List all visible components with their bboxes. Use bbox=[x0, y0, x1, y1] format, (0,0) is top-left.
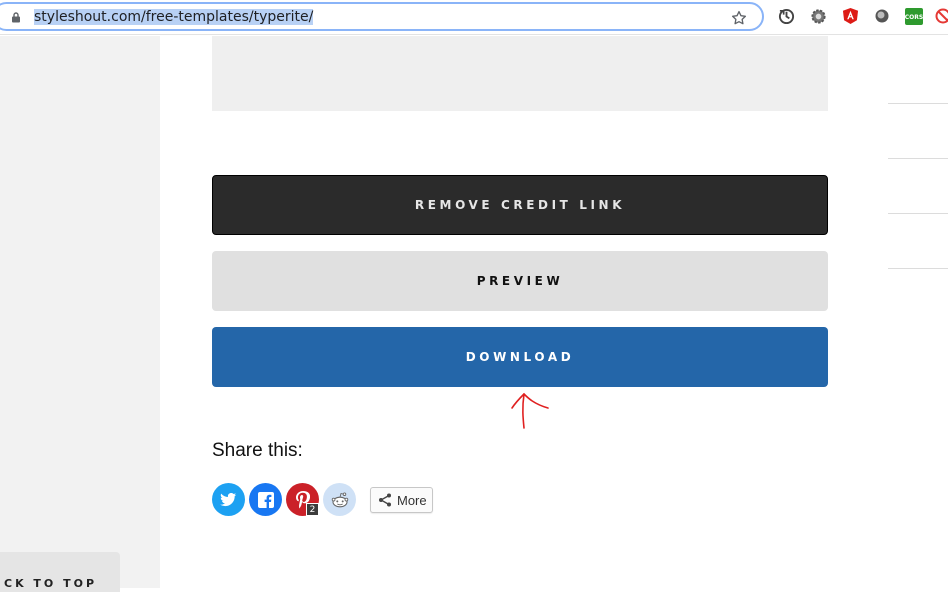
angular-icon[interactable] bbox=[841, 7, 859, 25]
annotation-arrow-icon bbox=[506, 388, 556, 432]
cors-icon[interactable]: CORS bbox=[905, 7, 923, 25]
bookmark-star-icon[interactable] bbox=[730, 9, 748, 27]
back-to-top-label: CK TO TOP bbox=[4, 577, 97, 590]
facebook-share-button[interactable] bbox=[249, 483, 282, 516]
twitter-icon bbox=[220, 493, 237, 507]
share-icon bbox=[378, 493, 392, 507]
browser-toolbar: styleshout.com/free-templates/typerite/ … bbox=[0, 0, 948, 35]
facebook-icon bbox=[258, 492, 274, 508]
left-sidebar-background bbox=[0, 36, 160, 588]
sync-icon[interactable] bbox=[777, 7, 795, 25]
back-to-top-button[interactable]: CK TO TOP bbox=[0, 552, 120, 592]
reddit-share-button[interactable] bbox=[323, 483, 356, 516]
reddit-icon bbox=[331, 492, 349, 508]
address-bar[interactable]: styleshout.com/free-templates/typerite/ bbox=[0, 2, 764, 31]
twitter-share-button[interactable] bbox=[212, 483, 245, 516]
share-heading: Share this: bbox=[212, 440, 303, 462]
more-share-button[interactable]: More bbox=[370, 487, 433, 513]
sidebar-divider bbox=[888, 213, 948, 214]
more-label: More bbox=[397, 493, 427, 508]
sidebar-divider bbox=[888, 268, 948, 269]
download-button[interactable]: DOWNLOAD bbox=[212, 327, 828, 387]
circle-extension-icon[interactable] bbox=[873, 7, 891, 25]
content-placeholder-box bbox=[212, 36, 828, 111]
lock-icon bbox=[11, 12, 21, 23]
svg-text:CORS: CORS bbox=[905, 14, 923, 21]
sidebar-divider bbox=[888, 103, 948, 104]
settings-gear-icon[interactable] bbox=[809, 7, 827, 25]
remove-credit-link-button[interactable]: REMOVE CREDIT LINK bbox=[212, 175, 828, 235]
blocker-icon[interactable] bbox=[934, 7, 948, 25]
pinterest-share-count: 2 bbox=[306, 503, 319, 516]
url-text[interactable]: styleshout.com/free-templates/typerite/ bbox=[34, 9, 313, 26]
preview-button[interactable]: PREVIEW bbox=[212, 251, 828, 311]
sidebar-divider bbox=[888, 158, 948, 159]
